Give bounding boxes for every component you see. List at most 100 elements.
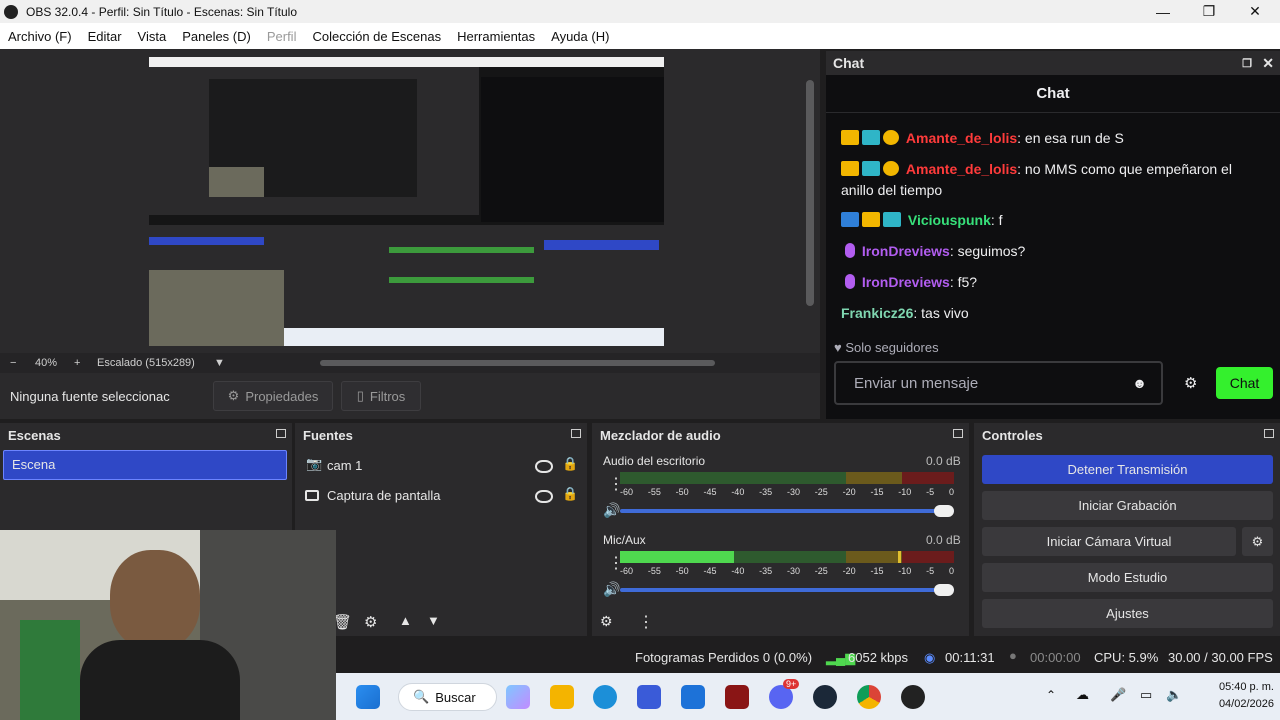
scene-item-escena[interactable]: Escena bbox=[3, 450, 287, 480]
controls-title: Controles bbox=[982, 427, 1043, 443]
chrome-icon[interactable] bbox=[857, 685, 881, 709]
steam-icon[interactable] bbox=[813, 685, 837, 709]
edge-icon[interactable] bbox=[593, 685, 617, 709]
undock-icon[interactable] bbox=[276, 429, 286, 438]
emote-icon[interactable]: ☻ bbox=[1132, 375, 1147, 391]
cpu-usage: CPU: 5.9% bbox=[1094, 650, 1159, 665]
menu-perfil[interactable]: Perfil bbox=[259, 29, 305, 44]
chat-username[interactable]: Amante_de_lolis bbox=[906, 130, 1017, 146]
gear-icon: ⚙ bbox=[1251, 533, 1264, 549]
menu-herramientas[interactable]: Herramientas bbox=[449, 29, 543, 44]
chat-input[interactable]: Enviar un mensaje ☻ bbox=[834, 361, 1163, 405]
chat-input-placeholder: Enviar un mensaje bbox=[854, 375, 979, 392]
sources-header: Fuentes bbox=[295, 423, 587, 447]
chat-dock-title: Chat bbox=[833, 55, 865, 71]
volume-icon[interactable]: 🔈 bbox=[1166, 687, 1182, 703]
speaker-icon[interactable]: 🔊 bbox=[603, 502, 620, 519]
studio-mode-button[interactable]: Modo Estudio bbox=[982, 563, 1273, 592]
m365-icon[interactable] bbox=[506, 685, 530, 709]
chat-settings-icon[interactable]: ⚙ bbox=[1184, 374, 1197, 392]
chat-username[interactable]: Frankicz26 bbox=[841, 305, 913, 321]
preview-zoom-bar: − 40% + Escalado (515x289) ▼ bbox=[0, 353, 820, 373]
scene-label: Escena bbox=[12, 457, 56, 472]
move-down-icon[interactable]: ▼ bbox=[427, 613, 440, 628]
undock-icon[interactable]: ❐ bbox=[1242, 57, 1252, 70]
taskbar-time[interactable]: 05:40 p. m. bbox=[1204, 681, 1274, 693]
menu-vista[interactable]: Vista bbox=[130, 29, 175, 44]
maximize-button[interactable]: ❐ bbox=[1186, 0, 1232, 23]
chat-text: en esa run de S bbox=[1021, 130, 1124, 146]
taskbar-date[interactable]: 04/02/2026 bbox=[1204, 698, 1274, 710]
mic-badge-icon bbox=[845, 243, 855, 258]
chat-message: IronDreviews: f5? bbox=[841, 272, 1266, 293]
menu-paneles[interactable]: Paneles (D) bbox=[174, 29, 259, 44]
network-icon[interactable]: ☁ bbox=[1076, 687, 1089, 703]
lock-icon[interactable]: 🔒 bbox=[562, 456, 578, 472]
scenes-title: Escenas bbox=[8, 427, 61, 443]
slider-handle[interactable] bbox=[934, 505, 954, 517]
meter-ticks: -60 -55 -50 -45 -40 -35 -30 -25 -20 -15 -10 -5 0 bbox=[620, 487, 954, 497]
settings-button[interactable]: Ajustes bbox=[982, 599, 1273, 628]
move-up-icon[interactable]: ▲ bbox=[399, 613, 412, 628]
windows-start-icon[interactable] bbox=[356, 685, 380, 709]
display-icon[interactable]: ▭ bbox=[1140, 687, 1152, 703]
stream-time: 00:11:31 bbox=[945, 650, 995, 665]
volume-meter bbox=[620, 472, 954, 484]
menu-coleccion[interactable]: Colección de Escenas bbox=[304, 29, 449, 44]
app-icon[interactable] bbox=[725, 685, 749, 709]
source-label: cam 1 bbox=[327, 458, 363, 473]
obs-taskbar-icon[interactable] bbox=[901, 685, 925, 709]
store-icon[interactable] bbox=[637, 685, 661, 709]
source-settings-icon[interactable]: ⚙ bbox=[364, 613, 377, 631]
chat-username[interactable]: Amante_de_lolis bbox=[906, 161, 1017, 177]
taskbar-search[interactable]: 🔍 Buscar bbox=[398, 683, 497, 711]
close-button[interactable]: ✕ bbox=[1232, 0, 1278, 23]
start-recording-button[interactable]: Iniciar Grabación bbox=[982, 491, 1273, 520]
virtual-camera-button[interactable]: Iniciar Cámara Virtual bbox=[982, 527, 1236, 556]
chat-username[interactable]: IronDreviews bbox=[862, 243, 950, 259]
preview-horizontal-scrollbar[interactable] bbox=[320, 360, 715, 366]
file-explorer-icon[interactable] bbox=[550, 685, 574, 709]
menu-editar[interactable]: Editar bbox=[80, 29, 130, 44]
chevron-up-icon[interactable]: ⌃ bbox=[1046, 688, 1056, 702]
undock-icon[interactable] bbox=[571, 429, 581, 438]
source-item-cam[interactable]: 📷 cam 1 🔒 bbox=[295, 453, 587, 479]
volume-slider[interactable] bbox=[620, 584, 954, 596]
chat-message: Amante_de_lolis: en esa run de S bbox=[841, 128, 1266, 149]
undock-icon[interactable] bbox=[1264, 429, 1274, 438]
filters-button[interactable]: ▯ Filtros bbox=[341, 381, 421, 411]
lock-icon[interactable]: 🔒 bbox=[562, 486, 578, 502]
chat-username[interactable]: IronDreviews bbox=[862, 274, 950, 290]
microphone-icon[interactable]: 🎤 bbox=[1110, 687, 1126, 703]
chat-message: Viciouspunk: f bbox=[841, 210, 1266, 231]
chat-header: Chat bbox=[826, 75, 1280, 113]
stop-stream-button[interactable]: Detener Transmisión bbox=[982, 455, 1273, 484]
eye-icon[interactable] bbox=[535, 460, 553, 473]
scale-dropdown-icon[interactable]: ▼ bbox=[214, 357, 225, 369]
volume-slider[interactable] bbox=[620, 505, 954, 517]
minimize-button[interactable]: — bbox=[1140, 0, 1186, 23]
mixer-menu-icon[interactable]: ⋮ bbox=[638, 612, 654, 632]
close-dock-icon[interactable]: ✕ bbox=[1262, 55, 1274, 72]
stream-preview[interactable] bbox=[149, 57, 664, 346]
zoom-in-button[interactable]: + bbox=[74, 357, 80, 369]
preview-vertical-scrollbar[interactable] bbox=[806, 80, 814, 306]
chat-send-button[interactable]: Chat bbox=[1216, 367, 1273, 399]
slider-handle[interactable] bbox=[934, 584, 954, 596]
zoom-out-button[interactable]: − bbox=[10, 357, 16, 369]
chat-username[interactable]: Viciouspunk bbox=[908, 212, 991, 228]
mic-badge-icon bbox=[845, 274, 855, 289]
crown-badge-icon bbox=[841, 161, 859, 176]
source-item-screen[interactable]: Captura de pantalla 🔒 bbox=[295, 483, 587, 509]
menu-ayuda[interactable]: Ayuda (H) bbox=[543, 29, 617, 44]
undock-icon[interactable] bbox=[953, 429, 963, 438]
followers-only-text: Solo seguidores bbox=[845, 340, 939, 355]
advanced-audio-icon[interactable]: ⚙ bbox=[600, 613, 613, 630]
properties-button[interactable]: ⚙ Propiedades bbox=[213, 381, 333, 411]
eye-icon[interactable] bbox=[535, 490, 553, 503]
outlook-icon[interactable] bbox=[681, 685, 705, 709]
menu-archivo[interactable]: Archivo (F) bbox=[0, 29, 80, 44]
virtual-camera-settings-button[interactable]: ⚙ bbox=[1242, 527, 1273, 556]
scenes-header: Escenas bbox=[0, 423, 292, 447]
speaker-icon[interactable]: 🔊 bbox=[603, 581, 620, 598]
